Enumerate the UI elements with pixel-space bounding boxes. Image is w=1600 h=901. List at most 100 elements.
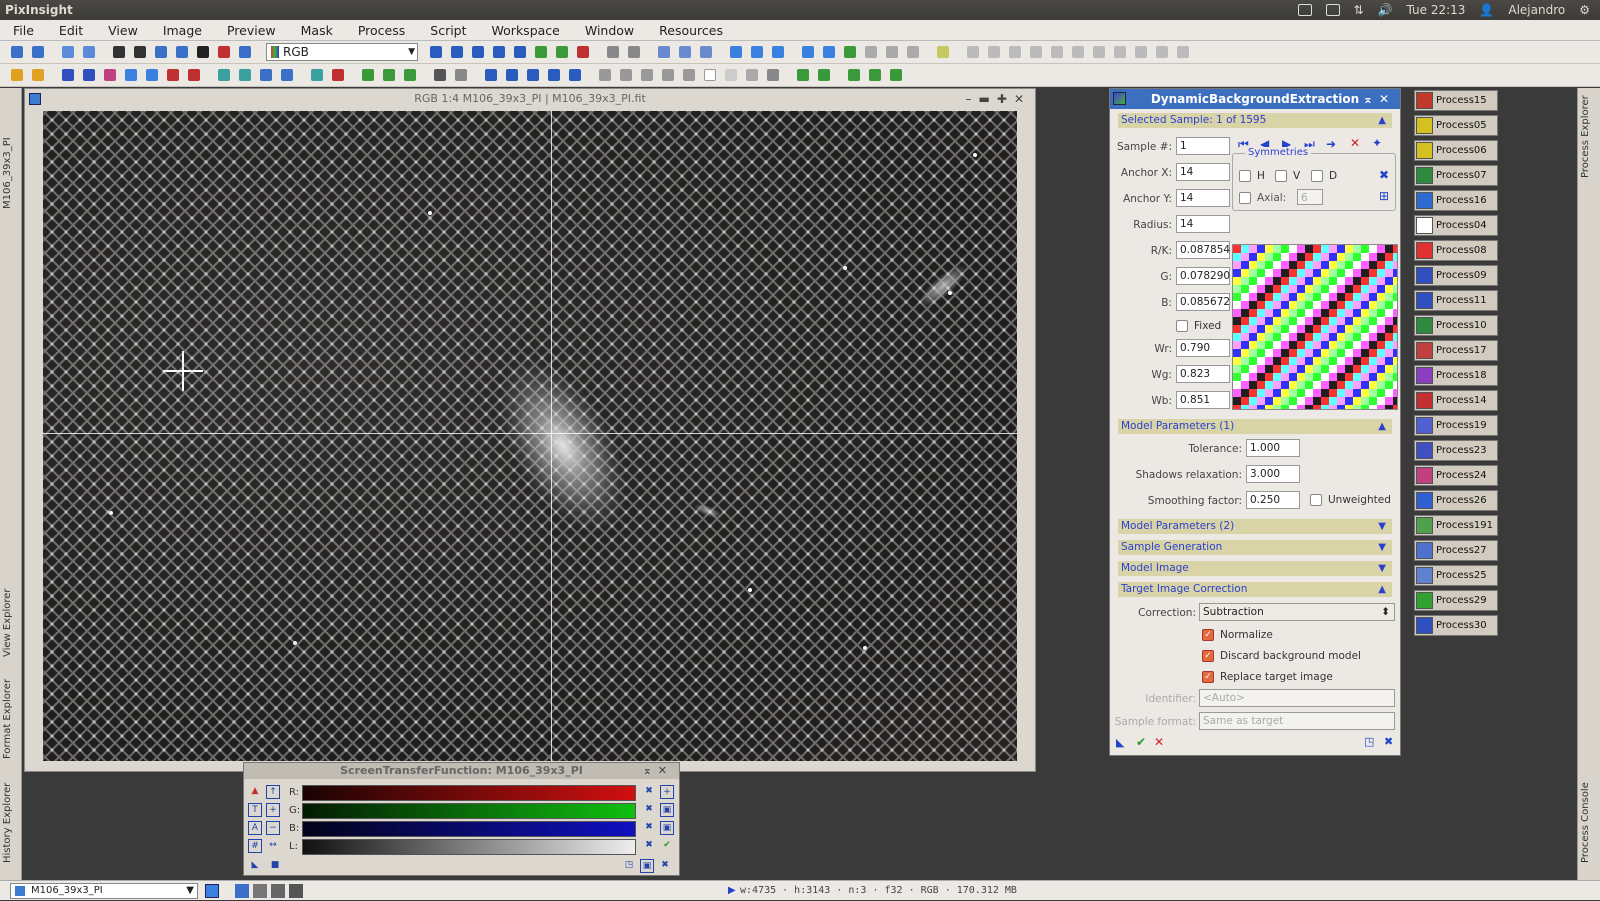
zoom-in-icon[interactable] xyxy=(604,43,622,61)
mode-gray-1-icon[interactable] xyxy=(253,884,267,898)
process-icon-process26[interactable]: Process26 xyxy=(1414,490,1498,511)
stf-swap-icon[interactable]: ↔ xyxy=(266,839,280,853)
mail-icon[interactable] xyxy=(1326,4,1340,16)
discard-model-checkbox[interactable]: ✓ xyxy=(1202,650,1214,662)
tool-13-icon[interactable] xyxy=(278,66,296,84)
menu-preview[interactable]: Preview xyxy=(214,23,288,38)
stf-titlebar[interactable]: ScreenTransferFunction: M106_39x3_PI ⌅✕ xyxy=(244,763,679,779)
contrast-icon[interactable] xyxy=(194,43,212,61)
expand-down-icon[interactable]: ▼ xyxy=(1378,561,1386,576)
process-icon-process15[interactable]: Process15 xyxy=(1414,90,1498,111)
execute-icon[interactable]: ✔ xyxy=(1136,735,1146,749)
process-icon-process09[interactable]: Process09 xyxy=(1414,265,1498,286)
cancel-icon[interactable]: ✕ xyxy=(1154,735,1164,749)
group-b-icon[interactable] xyxy=(1153,43,1171,61)
preview-icon[interactable] xyxy=(236,43,254,61)
tool-32-icon[interactable] xyxy=(722,66,740,84)
align-right-icon[interactable] xyxy=(985,43,1003,61)
anchor-y-input[interactable]: 14 xyxy=(1176,189,1230,207)
process-icon-process10[interactable]: Process10 xyxy=(1414,315,1498,336)
stf-g-menu-icon[interactable]: ▣ xyxy=(660,803,674,817)
menu-script[interactable]: Script xyxy=(417,23,478,38)
tool-27-icon[interactable] xyxy=(617,66,635,84)
zoom-fit-icon[interactable] xyxy=(469,43,487,61)
tool-20-icon[interactable] xyxy=(452,66,470,84)
anchor-x-input[interactable]: 14 xyxy=(1176,163,1230,181)
tool-2-icon[interactable] xyxy=(29,66,47,84)
tool-11-icon[interactable] xyxy=(236,66,254,84)
section-model-params-2[interactable]: Model Parameters (2)▼ xyxy=(1118,519,1392,534)
stf-reset-b-icon[interactable]: ✖ xyxy=(642,821,656,835)
tolerance-input[interactable]: 1.000 xyxy=(1246,439,1300,457)
fit-view-icon[interactable] xyxy=(727,43,745,61)
correction-select[interactable]: Subtraction⬍ xyxy=(1199,603,1395,621)
fit-icon[interactable] xyxy=(448,43,466,61)
axial-checkbox[interactable] xyxy=(1239,192,1251,204)
image-canvas[interactable] xyxy=(43,111,1017,761)
radius-input[interactable]: 14 xyxy=(1176,215,1230,233)
cascade-icon[interactable] xyxy=(748,43,766,61)
stf-minus-icon[interactable]: − xyxy=(266,821,280,835)
stf-rgb-link-icon[interactable]: ▲ xyxy=(248,785,262,799)
shadows-relaxation-input[interactable]: 3.000 xyxy=(1246,465,1300,483)
zoom-out-icon[interactable] xyxy=(625,43,643,61)
window-b-icon[interactable] xyxy=(820,43,838,61)
menu-edit[interactable]: Edit xyxy=(46,23,95,38)
group-c-icon[interactable] xyxy=(1174,43,1192,61)
tool-9-icon[interactable] xyxy=(185,66,203,84)
stf-r-slider[interactable] xyxy=(302,785,636,801)
stf-icon[interactable] xyxy=(215,43,233,61)
tool-16-icon[interactable] xyxy=(359,66,377,84)
menu-window[interactable]: Window xyxy=(572,23,646,38)
menu-workspace[interactable]: Workspace xyxy=(479,23,572,38)
redo-icon[interactable] xyxy=(29,43,47,61)
tool-35-icon[interactable] xyxy=(794,66,812,84)
arrange-icon[interactable] xyxy=(1111,43,1129,61)
sample-format-select[interactable]: Same as target xyxy=(1199,712,1395,730)
stf-arrow-up-icon[interactable]: ↑ xyxy=(266,785,280,799)
expand-down-icon[interactable]: ▼ xyxy=(1378,519,1386,534)
tool-19-icon[interactable] xyxy=(431,66,449,84)
image-window-titlebar[interactable]: RGB 1:4 M106_39x3_PI | M106_39x3_PI.fit … xyxy=(25,89,1035,109)
stf-reset-all-icon[interactable]: ✖ xyxy=(658,859,672,873)
clock[interactable]: Tue 22:13 xyxy=(1407,3,1466,17)
tool-36-icon[interactable] xyxy=(815,66,833,84)
image-icon[interactable] xyxy=(152,43,170,61)
process-icon-process24[interactable]: Process24 xyxy=(1414,465,1498,486)
process-icon-process14[interactable]: Process14 xyxy=(1414,390,1498,411)
unweighted-checkbox[interactable] xyxy=(1310,494,1322,506)
tool-12-icon[interactable] xyxy=(257,66,275,84)
tool-22-icon[interactable] xyxy=(503,66,521,84)
process-icon-process04[interactable]: Process04 xyxy=(1414,215,1498,236)
zoom-window-icon[interactable] xyxy=(490,43,508,61)
stf-auto-icon[interactable]: A xyxy=(248,821,262,835)
center-sample-icon[interactable]: ✦ xyxy=(1372,136,1382,150)
menu-view[interactable]: View xyxy=(95,23,150,38)
stf-track-icon[interactable]: T xyxy=(248,803,262,817)
tool-18-icon[interactable] xyxy=(401,66,419,84)
section-model-image[interactable]: Model Image▼ xyxy=(1118,561,1392,576)
tool-7-icon[interactable] xyxy=(143,66,161,84)
process-icon-process19[interactable]: Process19 xyxy=(1414,415,1498,436)
tool-24-icon[interactable] xyxy=(545,66,563,84)
channel-select[interactable]: RGB ▼ xyxy=(266,43,418,61)
mask-icon[interactable] xyxy=(173,43,191,61)
stf-doc-icon[interactable]: ◳ xyxy=(622,859,636,873)
tool-39-icon[interactable] xyxy=(887,66,905,84)
mode-gray-3-icon[interactable] xyxy=(289,884,303,898)
right-tab-process-explorer[interactable]: Process Explorer xyxy=(1580,92,1598,182)
group-a-icon[interactable] xyxy=(1132,43,1150,61)
stf-new-instance-icon[interactable]: ◣ xyxy=(248,859,262,873)
duplicate-icon[interactable] xyxy=(80,43,98,61)
right-tab-process-console[interactable]: Process Console xyxy=(1580,778,1598,868)
stf-plus-icon[interactable]: + xyxy=(266,803,280,817)
zoom-1-icon[interactable] xyxy=(655,43,673,61)
tile-icon[interactable] xyxy=(769,43,787,61)
tool-31-icon[interactable] xyxy=(701,66,719,84)
new-image-icon[interactable] xyxy=(59,43,77,61)
normalize-checkbox[interactable]: ✓ xyxy=(1202,629,1214,641)
tool-26-icon[interactable] xyxy=(596,66,614,84)
fixed-checkbox[interactable] xyxy=(1176,320,1188,332)
pan-icon[interactable] xyxy=(511,43,529,61)
process-icon-process191[interactable]: Process191 xyxy=(1414,515,1498,536)
